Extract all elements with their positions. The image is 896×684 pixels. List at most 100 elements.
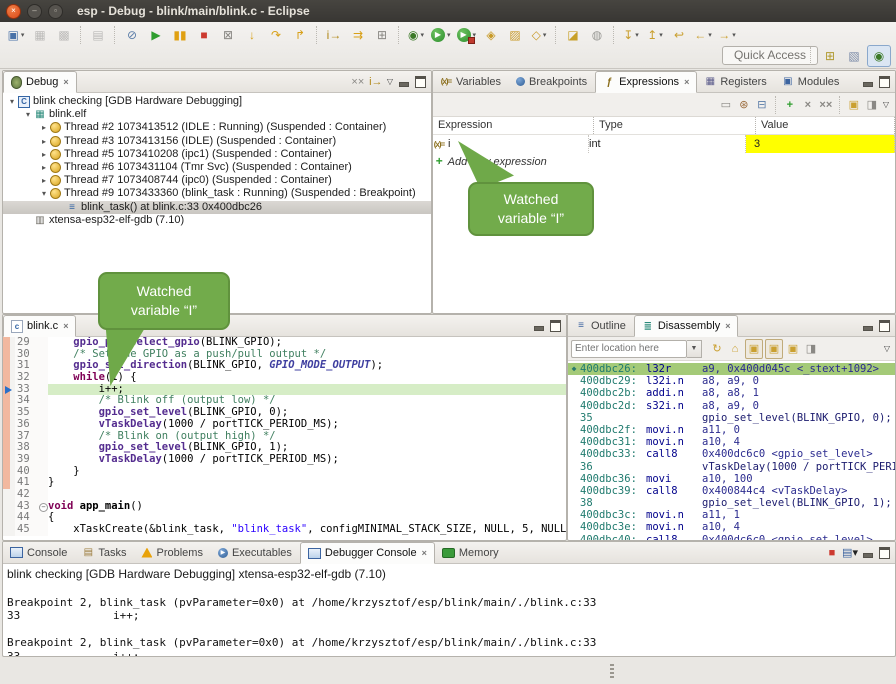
location-dropdown-icon[interactable]: ▼ (687, 340, 702, 358)
maximize-icon[interactable] (877, 74, 892, 89)
debug-perspective-button[interactable]: ◉ (867, 45, 891, 67)
disassembly-line[interactable]: 400dbc2d:s32i.na8, a9, 0 (568, 400, 895, 412)
terminate-button[interactable]: ■ (193, 25, 215, 45)
tree-expander-icon[interactable]: ▸ (39, 174, 49, 187)
debug-tree-item[interactable]: ▸Thread #2 1073413512 (IDLE : Running) (… (3, 121, 431, 134)
cpp-perspective-button[interactable]: ▧ (843, 46, 865, 66)
debug-button[interactable]: ◉▾ (405, 25, 427, 45)
close-icon[interactable]: × (684, 77, 689, 87)
remove-all-expressions-button[interactable]: ×× (818, 96, 834, 114)
column-header-type[interactable]: Type (594, 117, 756, 134)
instruction-stepping-button[interactable]: i→ (323, 25, 345, 45)
show-source-button[interactable]: ▣ (765, 339, 783, 359)
debug-tree-item[interactable]: ▥xtensa-esp32-elf-gdb (7.10) (3, 214, 431, 227)
tree-expander-icon[interactable]: ▾ (7, 95, 17, 108)
debug-tree-item[interactable]: ▸Thread #5 1073410208 (ipc1) (Suspended … (3, 148, 431, 161)
open-type-button[interactable]: ◈ (480, 25, 502, 45)
maximize-icon[interactable] (877, 318, 892, 333)
add-expression-button[interactable]: + (782, 96, 798, 114)
run-button[interactable]: ▶▾ (429, 25, 453, 45)
tab-outline[interactable]: ≡Outline (568, 315, 634, 336)
disassembly-line[interactable]: 400dbc29:l32i.na8, a9, 0 (568, 375, 895, 387)
tab-expressions[interactable]: ƒExpressions× (595, 71, 697, 93)
view-menu-icon[interactable]: ▽ (884, 344, 890, 353)
column-header-expression[interactable]: Expression (433, 117, 594, 134)
minimize-icon[interactable] (531, 318, 546, 333)
debug-tree-item[interactable]: ▾Cblink checking [GDB Hardware Debugging… (3, 95, 431, 108)
disassembly-line[interactable]: ◆400dbc26:l32ra9, 0x400d045c <_stext+109… (568, 363, 895, 375)
resume-button[interactable]: ▶ (145, 25, 167, 45)
display-selected-console-button[interactable]: ▤▾ (842, 544, 858, 562)
editor-line[interactable]: 45 xTaskCreate(&blink_task, "blink_task"… (3, 524, 566, 536)
debug-tree-item[interactable]: ≡blink_task() at blink.c:33 0x400dbc26 (3, 201, 431, 214)
minimize-icon[interactable] (396, 74, 411, 89)
tab-problems[interactable]: Problems (134, 542, 210, 563)
step-return-button[interactable]: ↱ (289, 25, 311, 45)
window-close-icon[interactable]: × (6, 4, 21, 19)
tab-memory[interactable]: Memory (435, 542, 507, 563)
open-resource-button[interactable]: ▨ (504, 25, 526, 45)
step-over-button[interactable]: ↷ (265, 25, 287, 45)
disassembly-line[interactable]: 400dbc3c:movi.na11, 1 (568, 509, 895, 521)
use-step-filters-button[interactable]: ⇉ (347, 25, 369, 45)
collapse-all-button[interactable]: ⊟ (754, 96, 770, 114)
debug-tree-item[interactable]: ▸Thread #6 1073431104 (Tmr Svc) (Suspend… (3, 161, 431, 174)
tree-expander-icon[interactable]: ▸ (39, 121, 49, 134)
location-input[interactable] (571, 340, 687, 358)
view-menu-icon[interactable]: ▽ (387, 77, 393, 86)
disassembly-line[interactable]: 400dbc40:call80x400dc6c0 <gpio_set_level… (568, 534, 895, 541)
disassembly-line[interactable]: 400dbc2f:movi.na11, 0 (568, 424, 895, 436)
home-button[interactable]: ⌂ (727, 340, 743, 358)
tab-registers[interactable]: ▦Registers (697, 71, 774, 92)
tab-variables[interactable]: (x)=Variables (433, 71, 509, 92)
back-button[interactable]: ←▾ (692, 25, 714, 45)
last-edit-location-button[interactable]: ↩ (668, 25, 690, 45)
show-logical-structure-button[interactable]: ⊛ (736, 96, 752, 114)
column-header-value[interactable]: Value (756, 117, 895, 134)
tree-expander-icon[interactable]: ▸ (39, 161, 49, 174)
tab-console[interactable]: Console (3, 542, 75, 563)
view-menu-icon[interactable]: ▽ (883, 100, 889, 109)
tree-expander-icon[interactable]: ▸ (39, 135, 49, 148)
disassembly-line[interactable]: 400dbc36:movia10, 100 (568, 473, 895, 485)
build-button[interactable]: ▤ (87, 25, 109, 45)
skip-all-breakpoints-button[interactable]: ⊘ (121, 25, 143, 45)
tab-executables[interactable]: ▶Executables (211, 542, 300, 563)
close-icon[interactable]: × (63, 77, 68, 87)
show-debug-options-button[interactable]: ⊞ (371, 25, 393, 45)
toggle-mark-occurrences-button[interactable]: ◪ (562, 25, 584, 45)
tree-expander-icon[interactable]: ▾ (39, 187, 49, 200)
close-icon[interactable]: × (725, 321, 730, 331)
tab-tasks[interactable]: ▤Tasks (75, 542, 134, 563)
debug-tree-item[interactable]: ▾Thread #9 1073433360 (blink_task : Runn… (3, 187, 431, 200)
tab-breakpoints[interactable]: Breakpoints (509, 71, 595, 92)
minimize-icon[interactable] (860, 318, 875, 333)
new-view-button[interactable]: ▣ (846, 96, 862, 114)
editor-line[interactable]: 40 } (3, 466, 566, 478)
editor-line[interactable]: 41} (3, 477, 566, 489)
maximize-icon[interactable] (877, 545, 892, 560)
add-new-expression-row[interactable]: + Add new expression (433, 153, 895, 171)
disassembly-line[interactable]: 400dbc31:movi.na10, 4 (568, 436, 895, 448)
tab-debug[interactable]: Debug × (3, 71, 77, 93)
step-into-button[interactable]: ↓ (241, 25, 263, 45)
minimize-icon[interactable] (860, 545, 875, 560)
pin-view-button[interactable]: ◨ (864, 96, 880, 114)
search-button[interactable]: ◇▾ (528, 25, 550, 45)
disassembly-line[interactable]: 38gpio_set_level(BLINK_GPIO, 1); (568, 497, 895, 509)
disassembly-line[interactable]: 400dbc39:call80x400844c4 <vTaskDelay> (568, 485, 895, 497)
next-annotation-button[interactable]: ↧▾ (620, 25, 642, 45)
maximize-icon[interactable] (548, 318, 563, 333)
tab-blink-c[interactable]: c blink.c × (3, 315, 76, 337)
fold-minus-icon[interactable]: − (39, 503, 48, 512)
new-view-button[interactable]: ▣ (785, 340, 801, 358)
debug-tree-item[interactable]: ▸Thread #7 1073408744 (ipc0) (Suspended … (3, 174, 431, 187)
close-icon[interactable]: × (422, 548, 427, 558)
window-maximize-icon[interactable]: ▫ (48, 4, 63, 19)
window-minimize-icon[interactable]: – (27, 4, 42, 19)
save-all-button[interactable]: ▩ (53, 25, 75, 45)
expression-row[interactable]: (x)= i int3 (433, 135, 895, 153)
tree-expander-icon[interactable]: ▸ (39, 148, 49, 161)
code-editor[interactable]: 29 gpio_pad_select_gpio(BLINK_GPIO);30 /… (3, 337, 566, 536)
disassembly-line[interactable]: 400dbc2b:addi.na8, a8, 1 (568, 387, 895, 399)
